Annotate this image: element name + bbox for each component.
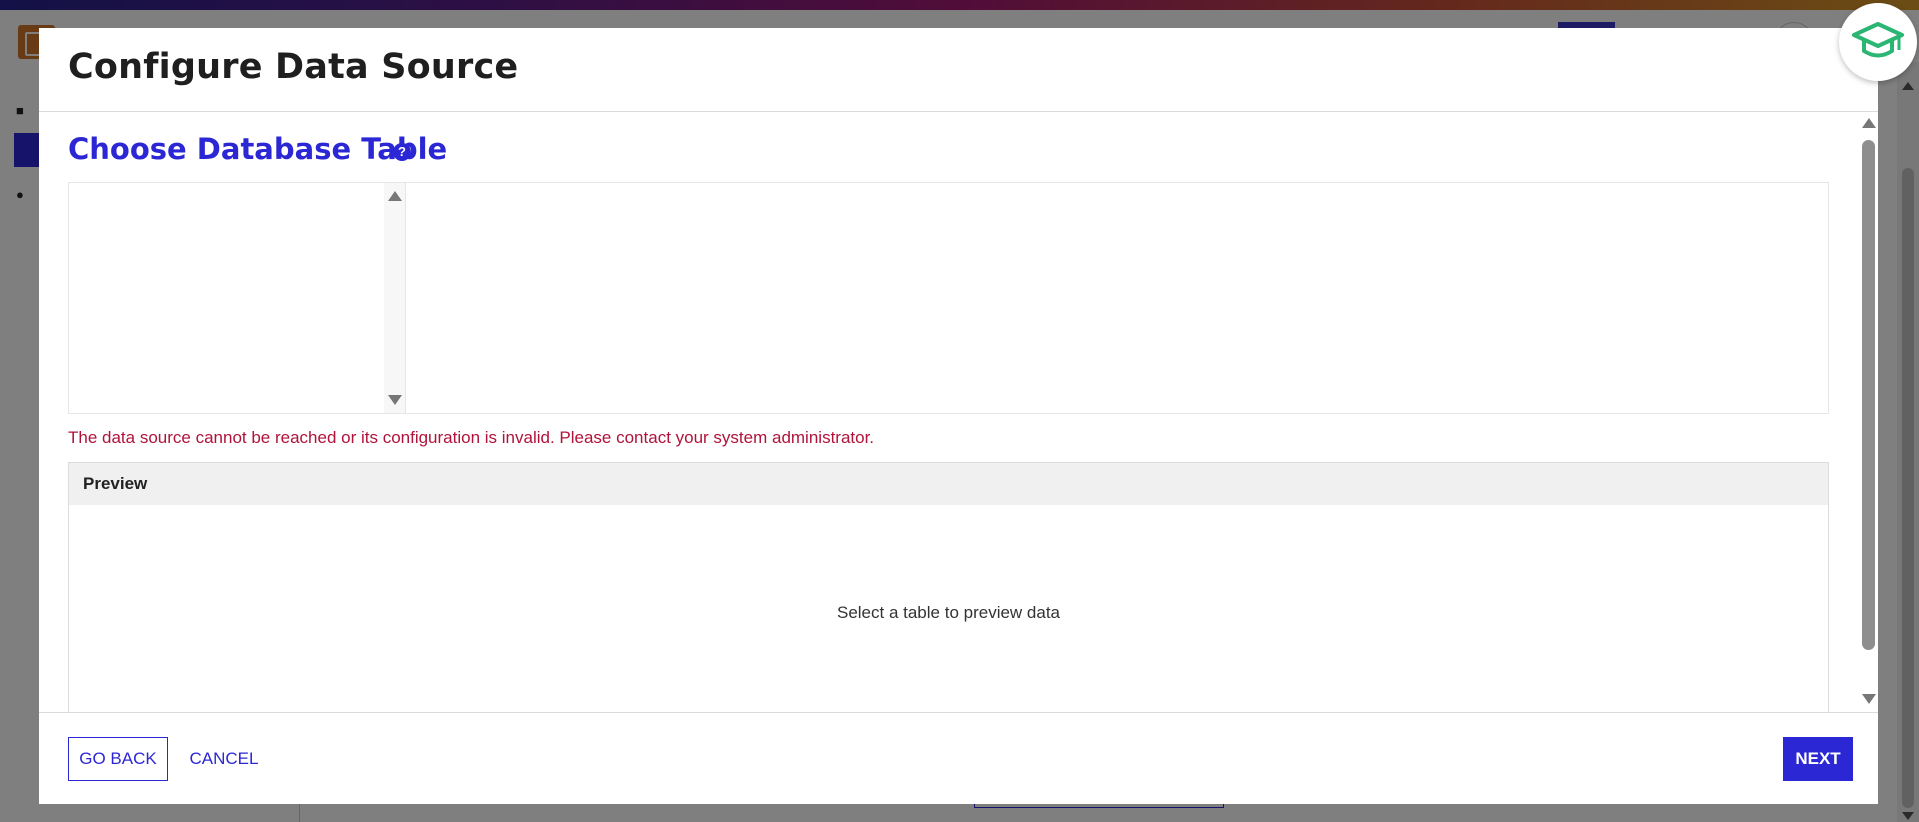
table-picker [68, 182, 1829, 414]
question-circle-icon[interactable]: ? [393, 143, 411, 161]
configure-data-source-dialog: Configure Data Source Choose Database Ta… [39, 28, 1878, 804]
preview-panel: Preview Select a table to preview data [68, 462, 1829, 712]
scroll-up-icon[interactable] [1862, 118, 1876, 128]
dialog-body: Choose Database Table ? The data source … [39, 112, 1878, 712]
dialog-title: Configure Data Source [68, 47, 519, 87]
preview-title: Preview [83, 474, 148, 493]
go-back-button[interactable]: GO BACK [68, 737, 168, 781]
section-title: Choose Database Table [68, 132, 448, 166]
scroll-down-icon[interactable] [1862, 694, 1876, 704]
dialog-header: Configure Data Source [39, 28, 1878, 112]
preview-empty-text: Select a table to preview data [836, 603, 1061, 622]
scroll-up-icon[interactable] [388, 191, 402, 201]
dialog-body-scrollbar[interactable] [1858, 112, 1878, 712]
learning-badge[interactable] [1839, 3, 1917, 81]
scroll-down-icon[interactable] [388, 395, 402, 405]
graduation-cap-icon [1852, 22, 1904, 58]
cancel-button[interactable]: CANCEL [184, 737, 264, 781]
scrollbar-thumb[interactable] [1862, 140, 1875, 650]
preview-header: Preview [69, 463, 1828, 505]
next-button[interactable]: NEXT [1783, 737, 1853, 781]
dialog-footer: GO BACK CANCEL NEXT [39, 712, 1878, 804]
error-message: The data source cannot be reached or its… [68, 428, 875, 447]
table-list-scrollbar[interactable] [384, 183, 405, 413]
table-list[interactable] [69, 183, 406, 413]
